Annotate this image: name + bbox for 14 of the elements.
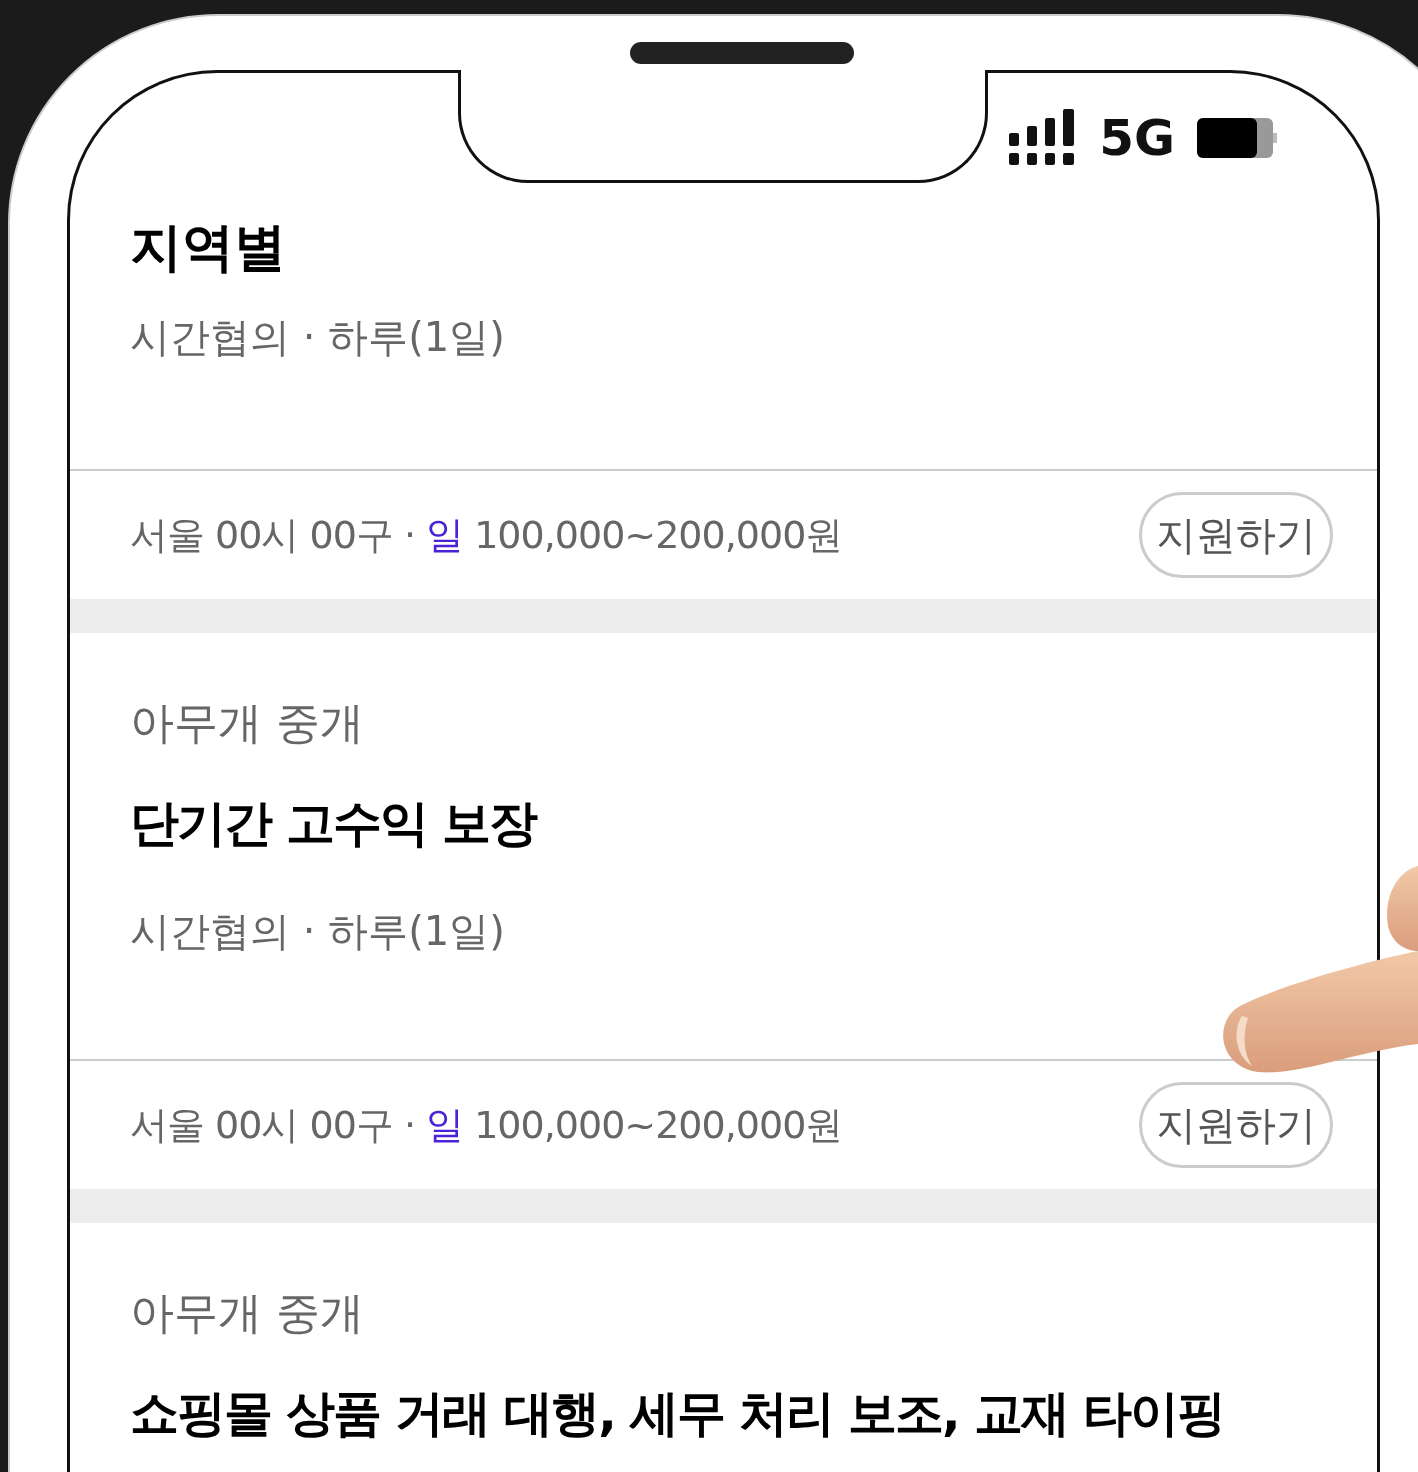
job-title[interactable]: 쇼핑몰 상품 거래 대행, 세무 처리 보조, 교재 타이핑 [130, 1379, 1224, 1449]
job-schedule: 시간협의 · 하루(1일) [130, 907, 505, 956]
job-location-pay: 서울 00시 00구 · 일 100,000~200,000원 [130, 511, 843, 559]
apply-button[interactable]: 지원하기 [1139, 492, 1333, 578]
company-name: 아무개 중개 [130, 1286, 364, 1340]
battery-icon [1197, 117, 1277, 159]
apply-button[interactable]: 지원하기 [1139, 1082, 1333, 1168]
job-schedule: 시간협의 · 하루(1일) [130, 313, 505, 362]
network-label: 5G [1099, 109, 1175, 167]
company-name: 아무개 중개 [130, 696, 364, 750]
page-title: 지역별 [130, 216, 286, 279]
speaker-icon [630, 42, 854, 64]
job-location-pay: 서울 00시 00구 · 일 100,000~200,000원 [130, 1101, 843, 1149]
job-title[interactable]: 단기간 고수익 보장 [130, 789, 537, 859]
